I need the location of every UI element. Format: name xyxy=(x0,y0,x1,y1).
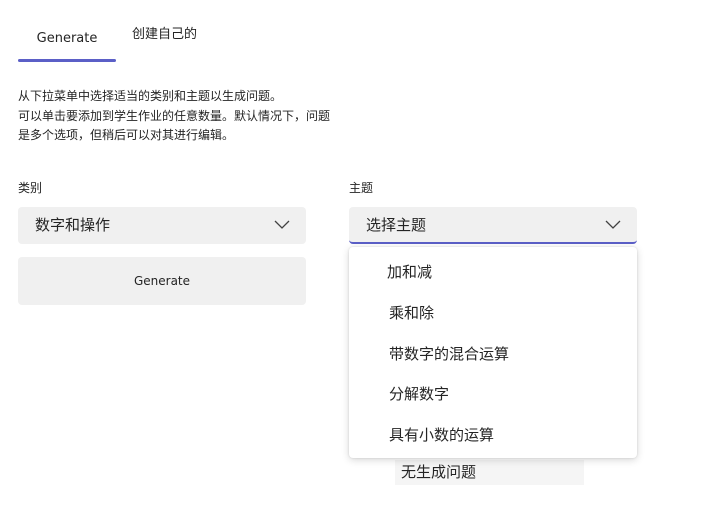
chevron-down-icon xyxy=(605,220,621,229)
no-questions-message: 无生成问题 xyxy=(395,460,584,485)
topic-option-decompose-numbers[interactable]: 分解数字 xyxy=(389,383,449,404)
tab-generate-label: Generate xyxy=(36,31,98,46)
topic-options-listbox: 加和减 乘和除 带数字的混合运算 分解数字 具有小数的运算 xyxy=(349,247,637,458)
topic-dropdown[interactable]: 选择主题 xyxy=(349,207,637,244)
tab-generate[interactable]: Generate xyxy=(18,22,116,62)
topic-label: 主题 xyxy=(349,181,374,195)
category-selected-value: 数字和操作 xyxy=(35,216,111,234)
category-label: 类别 xyxy=(18,181,43,195)
tab-create-your-own[interactable]: 创建自己的 xyxy=(132,22,197,62)
instructions-line-1: 从下拉菜单中选择适当的类别和主题以生成问题。 xyxy=(18,89,283,103)
instructions-line-3: 是多个选项，但稍后可以对其进行编辑。 xyxy=(18,128,235,142)
topic-option-mixed-operations[interactable]: 带数字的混合运算 xyxy=(389,343,509,364)
topic-placeholder: 选择主题 xyxy=(366,216,427,234)
tab-create-your-own-label: 创建自己的 xyxy=(132,27,198,42)
instructions-text: 从下拉菜单中选择适当的类别和主题以生成问题。 可以单击要添加到学生作业的任意数量… xyxy=(18,87,363,146)
topic-option-decimal-operations[interactable]: 具有小数的运算 xyxy=(389,424,494,445)
generate-button[interactable]: Generate xyxy=(18,257,306,305)
instructions-line-2: 可以单击要添加到学生作业的任意数量。默认情况下，问题 xyxy=(18,108,331,123)
tab-selected-indicator xyxy=(18,59,116,62)
chevron-down-icon xyxy=(274,220,290,229)
topic-option-multiply-divide[interactable]: 乘和除 xyxy=(389,302,434,323)
topic-option-add-subtract[interactable]: 加和减 xyxy=(387,261,432,282)
category-dropdown[interactable]: 数字和操作 xyxy=(18,207,306,244)
